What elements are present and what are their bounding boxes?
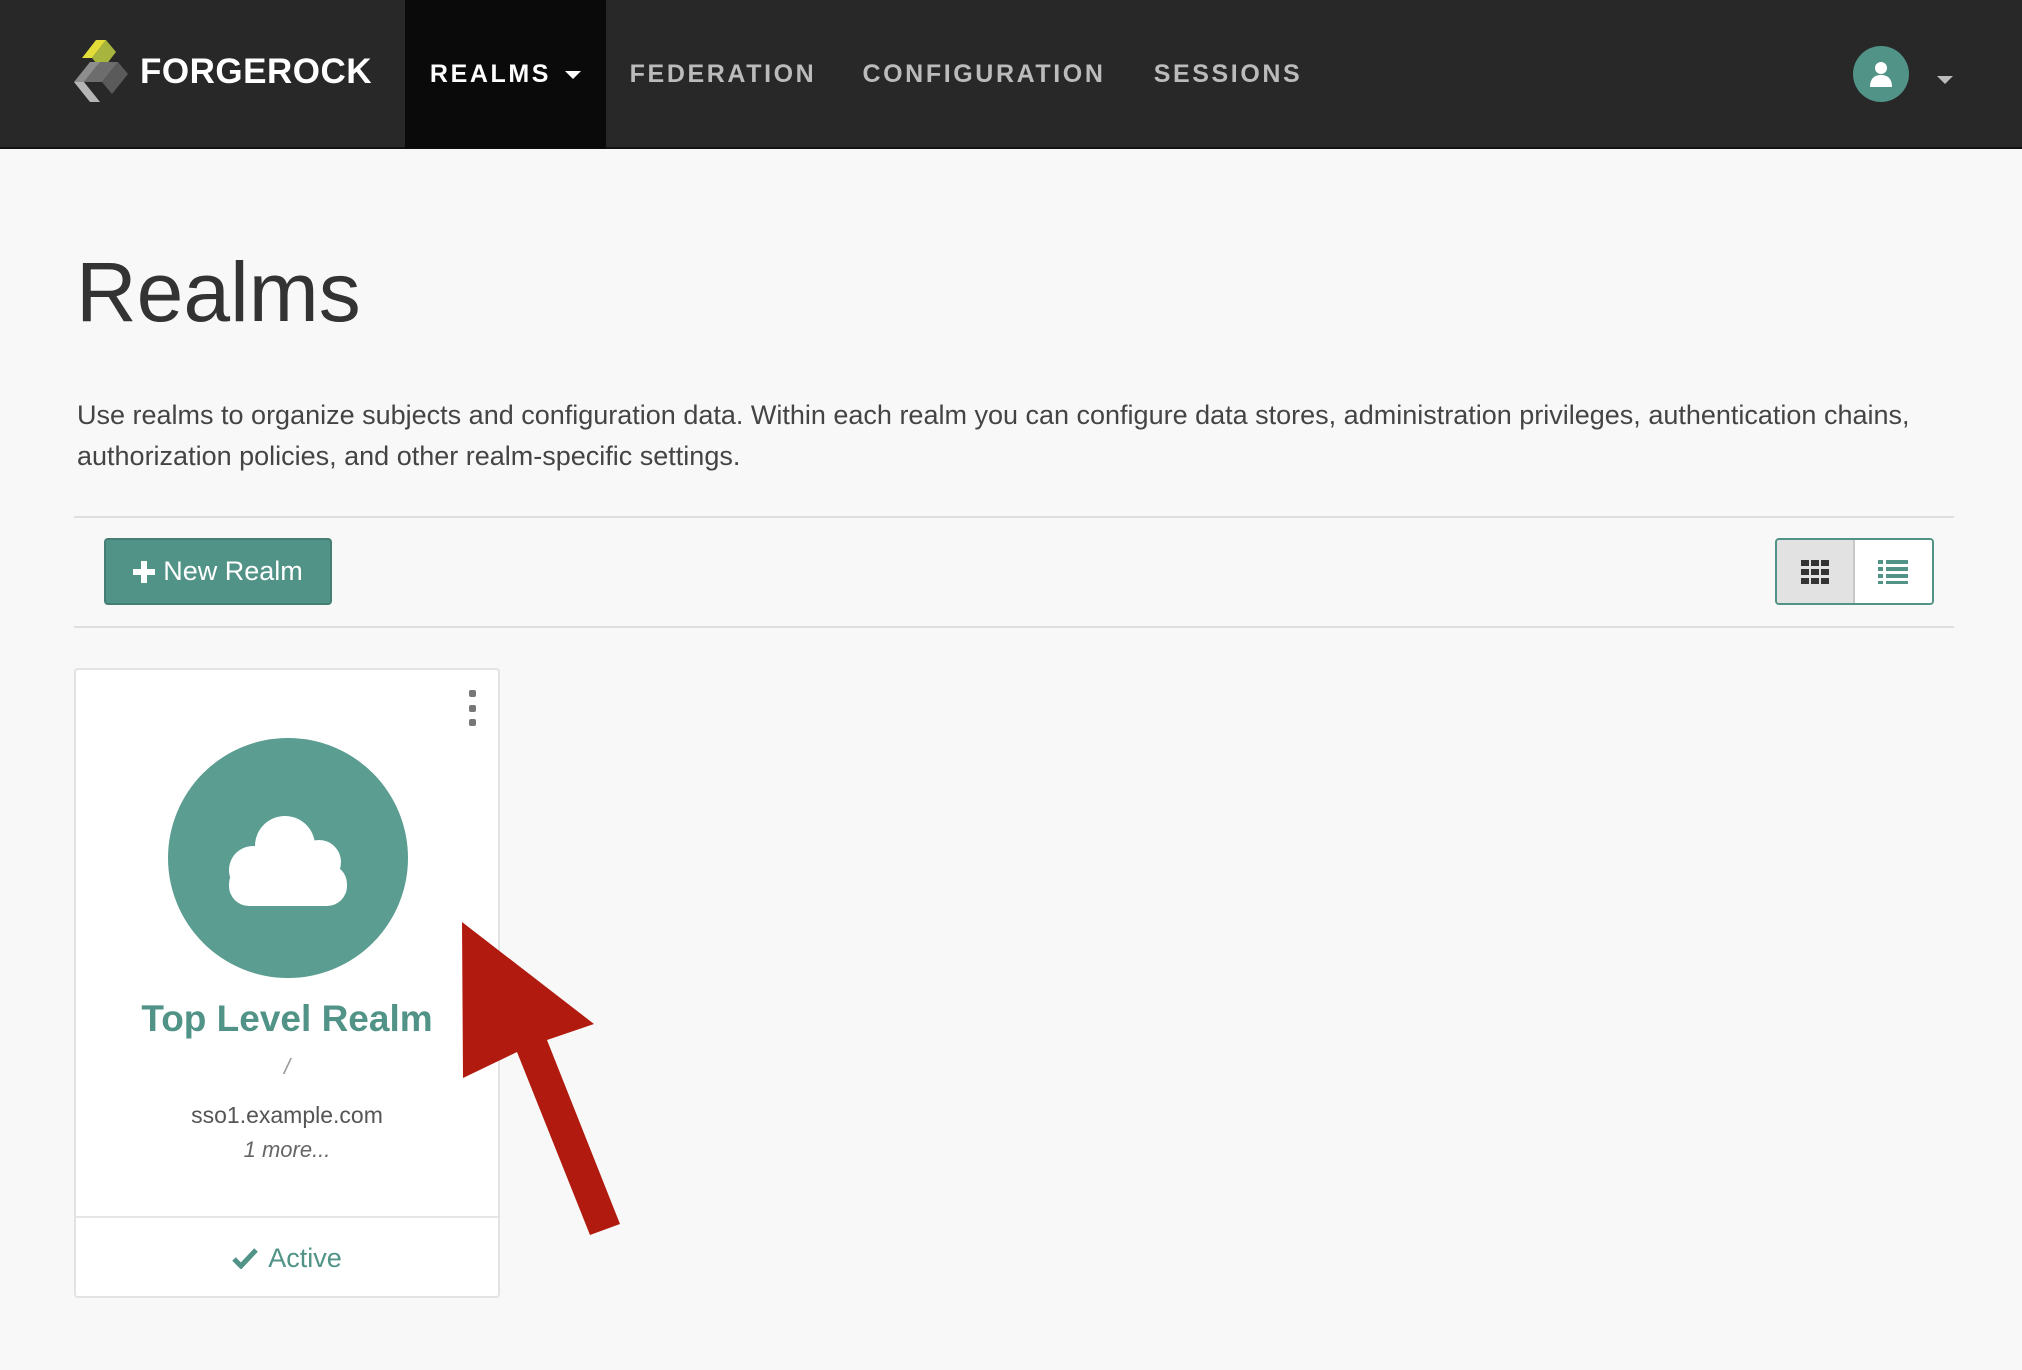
realm-status: Active (76, 1216, 498, 1298)
nav-realms[interactable]: REALMS (405, 0, 606, 149)
toolbar-top-divider (74, 516, 1954, 518)
realm-avatar (168, 738, 408, 978)
nav-realms-label: REALMS (429, 60, 552, 88)
user-icon (1870, 62, 1892, 87)
realm-more-aliases: 1 more... (243, 1137, 331, 1162)
realm-name-link[interactable]: Top Level Realm (76, 998, 498, 1040)
view-toggle (1775, 538, 1934, 605)
new-realm-button[interactable]: New Realm (104, 538, 332, 605)
checkmark-icon (232, 1248, 259, 1269)
kebab-menu-icon[interactable] (464, 690, 480, 726)
list-icon (1878, 559, 1909, 584)
page-title: Realms (76, 245, 361, 339)
nav-sessions-label: SESSIONS (1153, 60, 1303, 88)
forgerock-mark-icon (74, 40, 128, 102)
new-realm-button-label: New Realm (163, 556, 303, 586)
grid-icon (1800, 559, 1829, 584)
top-navbar: FORGEROCK REALMS FEDERATION CONFIGURATIO… (0, 0, 2022, 149)
realm-status-label: Active (268, 1242, 342, 1273)
list-view-button[interactable] (1854, 540, 1932, 603)
brand-name: FORGEROCK (140, 52, 372, 91)
forgerock-logo[interactable]: FORGEROCK (72, 38, 372, 106)
cloud-icon (229, 816, 347, 906)
realm-alias: sso1.example.com (191, 1102, 383, 1128)
plus-icon (133, 560, 156, 583)
toolbar-bottom-divider (74, 626, 1954, 628)
page-description: Use realms to organize subjects and conf… (77, 400, 1910, 471)
nav-sessions[interactable]: SESSIONS (1146, 0, 1310, 149)
annotation-arrow-icon (462, 922, 620, 1235)
nav-configuration[interactable]: CONFIGURATION (852, 0, 1116, 149)
user-menu-avatar[interactable] (1853, 46, 1909, 102)
nav-federation-label: FEDERATION (629, 60, 817, 88)
grid-view-button[interactable] (1777, 540, 1855, 603)
nav-configuration-label: CONFIGURATION (862, 60, 1106, 88)
user-menu-caret-icon[interactable] (1937, 76, 1953, 84)
realm-path: / (283, 1054, 291, 1079)
nav-federation[interactable]: FEDERATION (610, 0, 836, 149)
realm-card[interactable]: Top Level Realm / sso1.example.com 1 mor… (74, 668, 500, 1298)
chevron-down-icon (565, 70, 582, 79)
